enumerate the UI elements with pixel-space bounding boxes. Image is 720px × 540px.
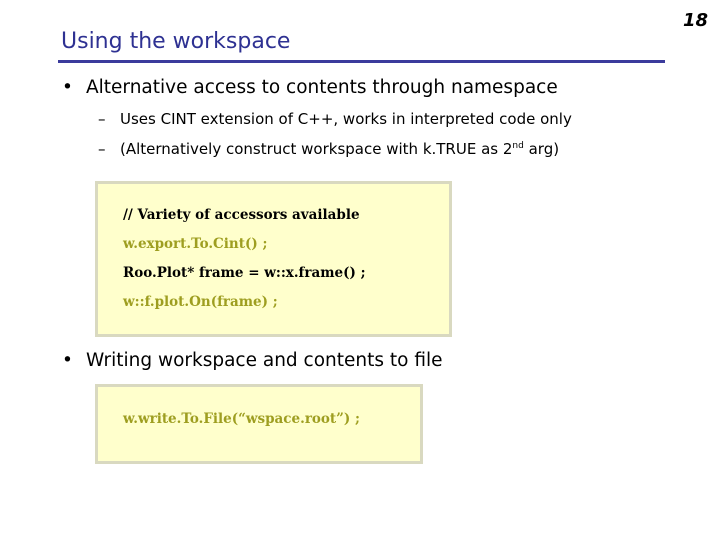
bullet-icon: •: [62, 350, 73, 371]
bullet-item-2: • Writing workspace and contents to file: [62, 350, 443, 371]
sub-item-1: – Uses CINT extension of C++, works in in…: [98, 110, 572, 128]
sub-item-text: Uses CINT extension of C++, works in int…: [120, 110, 572, 128]
superscript: nd: [512, 141, 524, 151]
page-number: 18: [682, 10, 708, 31]
title-underline: [58, 60, 665, 63]
dash-icon: –: [98, 140, 106, 158]
code-line: w.write.To.File(“wspace.root”) ;: [123, 411, 361, 427]
bullet-item-1: • Alternative access to contents through …: [62, 77, 558, 98]
sub-item-text-after: arg): [523, 140, 560, 158]
code-block-write: w.write.To.File(“wspace.root”) ;: [95, 384, 423, 464]
bullet-text: Writing workspace and contents to file: [86, 350, 443, 371]
slide-title: Using the workspace: [61, 29, 291, 54]
dash-icon: –: [98, 110, 106, 128]
sub-item-text: (Alternatively construct workspace with …: [120, 140, 513, 158]
bullet-icon: •: [62, 77, 73, 98]
code-line: w.export.To.Cint() ;: [123, 236, 268, 252]
code-block-accessors: // Variety of accessors available w.expo…: [95, 181, 452, 337]
sub-item-2: – (Alternatively construct workspace with…: [98, 140, 559, 158]
code-line: Roo.Plot* frame = w::x.frame() ;: [123, 265, 366, 281]
code-line: // Variety of accessors available: [123, 207, 360, 223]
bullet-text: Alternative access to contents through n…: [86, 77, 558, 98]
code-line: w::f.plot.On(frame) ;: [123, 294, 278, 310]
